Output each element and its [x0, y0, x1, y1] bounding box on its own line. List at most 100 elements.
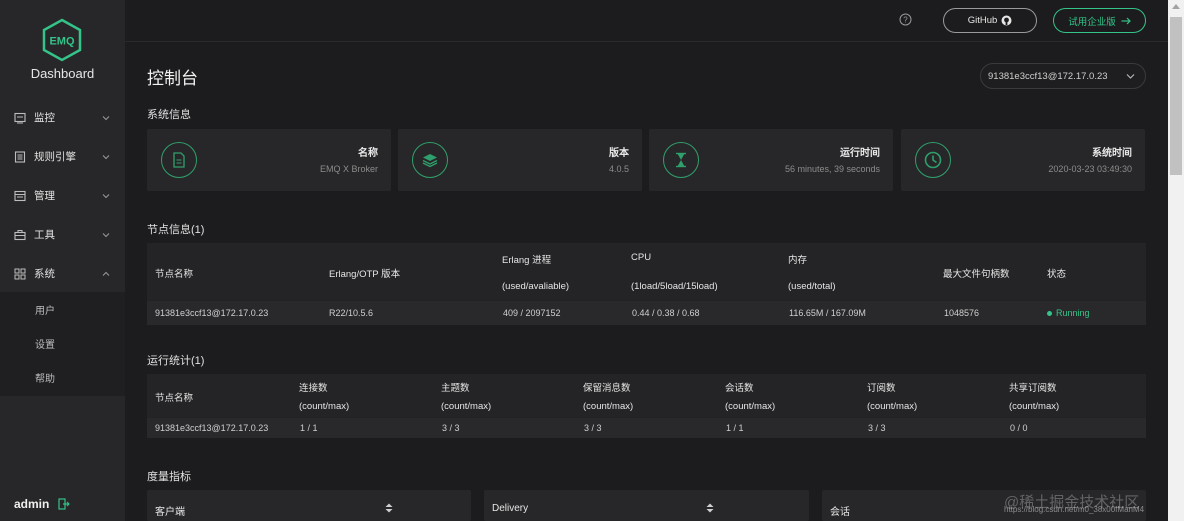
cell-otp: R22/10.5.6 [329, 308, 374, 318]
scroll-thumb[interactable] [1170, 17, 1182, 175]
watermark-url: https://blog.csdn.net/m0_38x00IManM4 [1004, 505, 1145, 514]
card-label: 系统时间 [1092, 148, 1132, 159]
col-header-cpu: CPU [631, 252, 652, 263]
card-value: EMQ X Broker [319, 164, 378, 174]
submenu-label: 设置 [35, 339, 55, 351]
submenu-item-help[interactable]: 帮助 [0, 360, 125, 394]
stats-table: 节点名称 连接数 (count/max) 主题数 (count/max) 保留消… [147, 374, 1146, 438]
menu-item-tools[interactable]: 工具 [0, 215, 125, 254]
toolbox-icon [14, 229, 26, 240]
menu-label: 规则引擎 [34, 151, 76, 163]
submenu-label: 用户 [35, 305, 55, 317]
sort-icon[interactable] [385, 503, 393, 513]
cell-cpu: 0.44 / 0.38 / 0.68 [632, 308, 700, 318]
status-dot-icon [1047, 311, 1052, 317]
col-header-mem: 内存 [788, 255, 808, 266]
cell-sessions: 1 / 1 [726, 423, 744, 433]
cell-node: 91381e3ccf13@172.17.0.23 [155, 308, 269, 318]
system-submenu: 用户 设置 帮助 [0, 292, 125, 396]
col-header-status: 状态 [1047, 269, 1067, 280]
node-select[interactable]: 91381e3ccf13@172.17.0.23 [980, 63, 1146, 89]
try-enterprise-button[interactable]: 试用企业版 [1053, 8, 1146, 33]
menu-label: 系统 [34, 268, 55, 280]
card-value: 4.0.5 [608, 164, 629, 174]
svg-text:?: ? [903, 15, 908, 24]
cell-fd: 1048576 [944, 308, 980, 318]
card-label: 运行时间 [840, 148, 880, 159]
hourglass-icon [676, 152, 686, 168]
cell-shared: 0 / 0 [1010, 423, 1028, 433]
col-header-node: 节点名称 [155, 393, 194, 404]
logout-icon[interactable] [58, 498, 71, 510]
cell-subs: 3 / 3 [868, 423, 886, 433]
table-header-row [147, 374, 1146, 417]
clock-icon [924, 151, 942, 169]
emq-logo-icon: EMQ [42, 18, 82, 62]
chevron-down-icon [102, 154, 110, 159]
file-icon [173, 152, 185, 168]
menu-item-rules[interactable]: 规则引擎 [0, 137, 125, 176]
cell-node: 91381e3ccf13@172.17.0.23 [155, 423, 269, 433]
col-header-sub: (count/max) [583, 401, 634, 412]
metric-card-delivery: Delivery [484, 490, 809, 521]
card-icon-ring [412, 142, 448, 178]
monitor-icon [14, 112, 26, 123]
card-icon-ring [161, 142, 197, 178]
user-row: admin [14, 497, 71, 511]
col-header-topics: 主题数 [441, 383, 470, 394]
sort-icon[interactable] [706, 503, 714, 513]
system-info-title: 系统信息 [147, 109, 191, 121]
rules-icon [14, 150, 26, 163]
card-value: 56 minutes, 39 seconds [784, 164, 880, 174]
col-header-subs: 订阅数 [867, 383, 896, 394]
manage-icon [14, 190, 26, 201]
scroll-up-arrow-icon[interactable] [1172, 4, 1180, 9]
col-header-retained: 保留消息数 [583, 383, 631, 394]
col-header-node: 节点名称 [155, 269, 194, 280]
metric-card-clients: 客户端 [147, 490, 471, 521]
cell-conn: 1 / 1 [300, 423, 318, 433]
logo[interactable]: EMQ Dashboard [0, 14, 125, 94]
metric-header-label: 会话 [830, 507, 850, 518]
help-icon[interactable]: ? [899, 13, 912, 26]
chevron-down-icon [1126, 74, 1135, 79]
cell-mem: 116.65M / 167.09M [789, 308, 866, 318]
col-header-proc: Erlang 进程 [502, 255, 552, 266]
cell-topics: 3 / 3 [442, 423, 460, 433]
github-button[interactable]: GitHub [943, 8, 1037, 33]
stats-title: 运行统计(1) [147, 355, 205, 367]
card-label: 版本 [609, 148, 629, 159]
card-value: 2020-03-23 03:49:30 [1048, 164, 1132, 174]
page-scrollbar[interactable] [1168, 0, 1184, 521]
col-header-proc-sub: (used/avaliable) [502, 281, 570, 292]
menu-item-monitor[interactable]: 监控 [0, 98, 125, 137]
arrow-right-icon [1121, 17, 1131, 24]
enterprise-label: 试用企业版 [1068, 16, 1116, 28]
submenu-item-settings[interactable]: 设置 [0, 326, 125, 360]
col-header-sub: (count/max) [1009, 401, 1060, 412]
node-info-title: 节点信息(1) [147, 224, 205, 236]
menu-item-system[interactable]: 系统 [0, 254, 125, 293]
col-header-mem-sub: (used/total) [788, 281, 836, 292]
chevron-up-icon [102, 271, 110, 276]
metrics-title: 度量指标 [147, 471, 191, 483]
col-header-sub: (count/max) [299, 401, 350, 412]
table-row [147, 418, 1146, 438]
card-icon-ring [915, 142, 951, 178]
menu-label: 工具 [34, 229, 55, 241]
layers-icon [422, 154, 438, 168]
info-card-time: 系统时间 2020-03-23 03:49:30 [901, 129, 1145, 191]
info-card-uptime: 运行时间 56 minutes, 39 seconds [649, 129, 893, 191]
col-header-shared: 共享订阅数 [1009, 383, 1057, 394]
submenu-item-users[interactable]: 用户 [0, 292, 125, 326]
github-icon [1001, 15, 1012, 26]
col-header-cpu-sub: (1load/5load/15load) [631, 281, 718, 292]
chevron-down-icon [102, 193, 110, 198]
chevron-down-icon [102, 232, 110, 237]
sidebar: EMQ Dashboard 监控 规则引擎 管理 工具 系统 用户 设置 帮助 … [0, 0, 125, 521]
card-label: 名称 [358, 148, 378, 159]
page-title: 控制台 [147, 69, 198, 88]
menu-item-manage[interactable]: 管理 [0, 176, 125, 215]
info-card-name: 名称 EMQ X Broker [147, 129, 391, 191]
menu-label: 监控 [34, 112, 55, 124]
